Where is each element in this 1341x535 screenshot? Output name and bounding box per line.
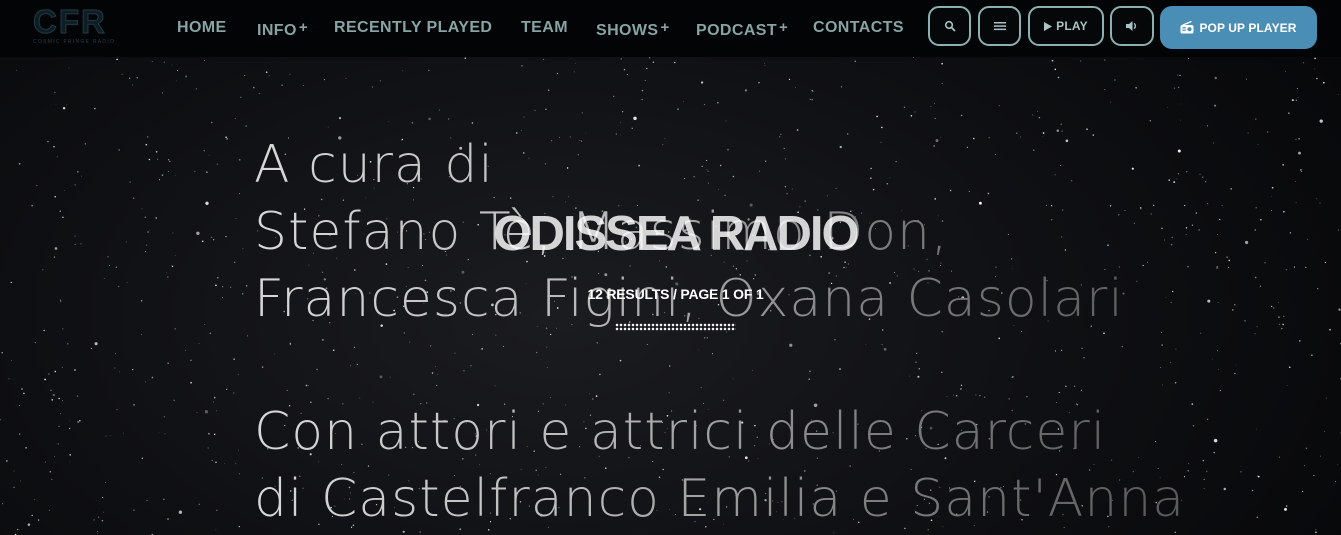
nav-item-podcast[interactable]: PODCAST + (696, 19, 788, 40)
nav-label: HOME (177, 19, 227, 36)
submenu-plus-icon: + (298, 19, 308, 36)
page-title: ODISSEA RADIO (493, 207, 859, 261)
nav-label: PODCAST (696, 22, 778, 39)
nav-item-home[interactable]: HOME (177, 19, 227, 37)
pop-up-player-label: POP UP PLAYER (1199, 20, 1297, 35)
artwork-line: A cura di (254, 132, 1254, 199)
submenu-plus-icon: + (660, 19, 670, 36)
nav-item-info[interactable]: INFO + (257, 19, 308, 40)
pop-up-player-button[interactable]: POP UP PLAYER (1160, 6, 1317, 49)
site-logo[interactable]: CFR COSMIC FRINGE RADIO (32, 3, 117, 48)
nav-item-recently-played[interactable]: RECENTLY PLAYED (334, 19, 492, 37)
dotted-divider (615, 323, 736, 331)
nav-label: INFO (257, 22, 297, 39)
radio-icon (1180, 21, 1194, 34)
play-label: PLAY (1056, 19, 1088, 33)
artwork-line: di Castelfranco Emilia e Sant'Anna (254, 466, 1254, 533)
volume-button[interactable] (1110, 6, 1154, 46)
site-header: CFR COSMIC FRINGE RADIO HOME INFO + RECEN… (0, 0, 1341, 57)
hamburger-menu-icon (993, 22, 1006, 31)
search-icon (944, 20, 955, 32)
play-triangle-icon (1044, 21, 1053, 31)
logo-mark: CFR (32, 3, 107, 40)
menu-button[interactable] (978, 6, 1021, 46)
nav-label: RECENTLY PLAYED (334, 19, 493, 36)
submenu-plus-icon: + (779, 19, 789, 36)
nav-label: TEAM (521, 19, 568, 36)
hero-artwork-text: A cura di Stefano Tè, Massimo Don, Franc… (254, 132, 1254, 533)
nav-label: SHOWS (596, 22, 659, 39)
nav-label: CONTACTS (813, 19, 904, 36)
search-button[interactable] (928, 6, 971, 46)
play-button[interactable]: PLAY (1028, 6, 1104, 46)
nav-item-shows[interactable]: SHOWS + (596, 19, 670, 40)
nav-item-team[interactable]: TEAM (521, 19, 568, 37)
artwork-spacer (254, 333, 1254, 399)
artwork-line: Con attori e attrici delle Carceri (254, 399, 1254, 466)
speaker-volume-icon (1126, 21, 1137, 31)
nav-item-contacts[interactable]: CONTACTS (813, 19, 904, 37)
results-count: 12 RESULTS / PAGE 1 OF 1 (587, 286, 764, 302)
logo-subtitle: COSMIC FRINGE RADIO (33, 39, 116, 45)
